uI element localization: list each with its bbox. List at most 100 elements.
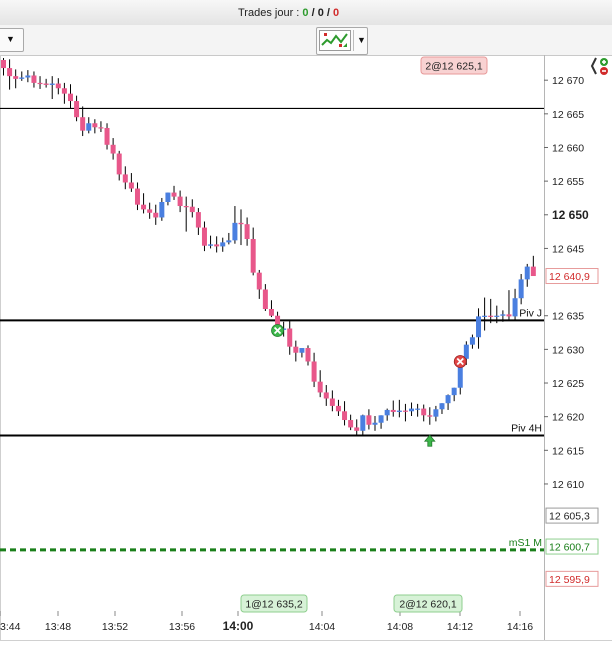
y-tick-label: 12 630 [552, 344, 584, 356]
candle-bear [37, 82, 43, 85]
candle-bear [348, 420, 354, 428]
x-tick-label: 14:00 [223, 619, 254, 633]
candle-bear [147, 209, 153, 213]
candle-bear [268, 308, 274, 316]
order-tag-label: 2@12 620,1 [399, 599, 457, 611]
candle-bear [134, 188, 140, 205]
x-tick-label: 13:52 [102, 621, 128, 633]
candle-bear [122, 174, 128, 183]
candle-bull [512, 298, 518, 317]
candle-bull [500, 314, 506, 316]
candle-bull [476, 316, 482, 338]
candle-bear [335, 405, 341, 412]
candle-bull [451, 387, 457, 396]
candle-bear [311, 361, 317, 382]
candle-bear [67, 93, 73, 102]
x-tick-label: 13:56 [169, 621, 195, 633]
x-tick-label: 14:08 [387, 621, 413, 633]
candle-bear [329, 398, 335, 406]
candle-bull [19, 77, 25, 79]
candle-bear [116, 153, 122, 175]
x-tick-label: 14:12 [447, 621, 473, 633]
candle-bear [262, 289, 268, 309]
candle-bear [177, 196, 183, 207]
candle-bear [80, 117, 86, 131]
candle-bull [494, 315, 500, 317]
candle-bear [323, 392, 329, 399]
x-tick-label: 14:16 [507, 621, 533, 633]
candle-bear [317, 381, 323, 393]
candle-bull [439, 403, 445, 410]
candle-bull [360, 415, 366, 431]
candle-bull [232, 222, 238, 241]
candle-bear [293, 346, 299, 353]
candle-bear [427, 415, 433, 417]
candle-bear [366, 415, 372, 425]
candle-bull [378, 415, 384, 423]
candle-bear [305, 348, 311, 362]
y-tick-label: 12 665 [552, 109, 584, 121]
x-tick-label: 13:48 [45, 621, 71, 633]
price-tag-label: 12 600,7 [549, 542, 590, 554]
candle-bear [98, 127, 104, 129]
candle-bull [86, 123, 92, 131]
candle-bull [226, 240, 232, 243]
candle-bull [445, 395, 451, 404]
candle-bull [208, 244, 214, 246]
time-axis-border [0, 640, 612, 641]
arrow-up-icon [423, 434, 436, 447]
candle-bear [74, 101, 80, 118]
y-tick-label: 12 610 [552, 479, 584, 491]
candle-bear [214, 244, 220, 247]
candle-bear [153, 212, 159, 218]
candle-bear [7, 68, 13, 77]
order-tag-label: 2@12 625,1 [425, 61, 483, 73]
candle-bull [220, 242, 226, 247]
candles-group [1, 57, 536, 436]
candle-bear [13, 76, 19, 79]
candle-bear [244, 224, 250, 240]
candle-bull [524, 266, 530, 280]
candle-bear [287, 328, 293, 347]
y-tick-label: 12 615 [552, 445, 584, 457]
y-tick-label: 12 660 [552, 142, 584, 154]
candle-bull [518, 279, 524, 299]
y-tick-label: 12 650 [552, 208, 589, 222]
candle-bull [409, 408, 415, 412]
y-tick-label: 12 670 [552, 75, 584, 87]
candle-bull [482, 315, 488, 317]
candle-bull [433, 409, 439, 417]
y-tick-label: 12 635 [552, 311, 584, 323]
candle-bull [159, 201, 165, 218]
candle-bear [238, 222, 244, 225]
x-tick-label: 14:04 [309, 621, 335, 633]
candle-bull [372, 422, 378, 425]
candle-bear [421, 408, 427, 416]
candle-bull [25, 75, 31, 78]
candle-bull [299, 348, 305, 353]
y-tick-label: 12 645 [552, 243, 584, 255]
candle-bear [92, 123, 98, 128]
level-label: mS1 M [509, 537, 542, 549]
candle-bear [171, 192, 177, 197]
y-tick-label: 12 625 [552, 378, 584, 390]
candle-bull [165, 192, 171, 202]
candle-bull [49, 83, 55, 85]
candle-bear [128, 182, 134, 189]
candlestick-chart[interactable]: Piv J Piv 4H mS1 M 12 670 12 665 12 660 12 655… [0, 0, 612, 659]
candle-bear [256, 272, 262, 290]
candle-bear [1, 60, 6, 69]
candle-bear [195, 212, 201, 228]
level-label: Piv J [519, 307, 542, 319]
candle-bear [488, 315, 494, 317]
candle-bear [110, 144, 116, 154]
candle-bull [396, 410, 402, 412]
price-tag-label: 12 640,9 [549, 271, 590, 283]
candle-bear [31, 75, 37, 83]
candle-bear [530, 266, 536, 277]
candle-bear [141, 204, 147, 210]
candle-bull [463, 344, 469, 359]
candle-bear [104, 127, 110, 145]
candle-bear [55, 83, 61, 89]
candle-bull [384, 409, 390, 416]
